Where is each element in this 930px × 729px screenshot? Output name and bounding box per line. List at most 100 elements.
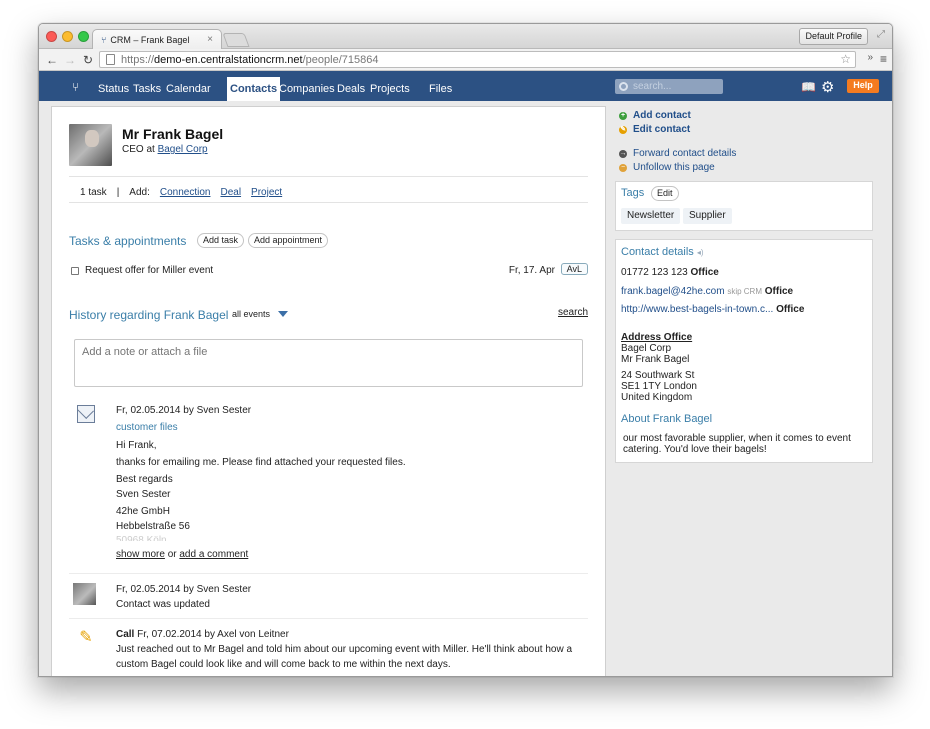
contact-details-title: Contact details ◂) xyxy=(621,246,704,258)
history-filter-dropdown[interactable]: all events xyxy=(232,309,289,319)
website-line: http://www.best-bagels-in-town.c... Offi… xyxy=(621,304,804,315)
search-icon xyxy=(619,82,628,91)
profile-button[interactable]: Default Profile xyxy=(799,28,868,45)
contact-main-panel: Mr Frank Bagel CEO at Bagel Corp 1 task … xyxy=(51,106,606,676)
caret-down-icon xyxy=(278,311,289,317)
attachment-link[interactable]: customer files xyxy=(116,420,588,435)
nav-status[interactable]: Status xyxy=(98,83,129,95)
website-link[interactable]: http://www.best-bagels-in-town.c... xyxy=(621,304,773,315)
tab-close-icon[interactable]: × xyxy=(207,34,213,45)
app-navigation: ⑂ Status Tasks Calendar Contacts Compani… xyxy=(39,71,892,101)
add-connection-link[interactable]: Connection xyxy=(160,187,211,198)
phone-line: 01772 123 123 Office xyxy=(621,267,719,278)
crm-logo-icon[interactable]: ⑂ xyxy=(72,80,79,94)
divider xyxy=(69,176,588,177)
browser-toolbar: ← → ↻ https://demo-en.centralstationcrm.… xyxy=(39,49,892,71)
tag-supplier[interactable]: Supplier xyxy=(683,208,732,224)
divider xyxy=(69,573,588,574)
tags-title: Tags xyxy=(621,187,645,199)
new-tab-button[interactable] xyxy=(222,33,250,47)
task-date: Fr, 17. Apr xyxy=(508,265,555,276)
reload-icon[interactable]: ↻ xyxy=(79,53,97,67)
phone-type: Office xyxy=(690,267,719,278)
help-button[interactable]: Help xyxy=(847,79,879,93)
minimize-window-button[interactable] xyxy=(62,31,73,42)
zoom-window-button[interactable] xyxy=(78,31,89,42)
email-line: 50968 Köln xyxy=(116,535,167,541)
page-content: Mr Frank Bagel CEO at Bagel Corp 1 task … xyxy=(39,101,892,676)
or-text: or xyxy=(167,549,177,560)
company-link[interactable]: Bagel Corp xyxy=(158,144,208,155)
app-search-input[interactable]: search... xyxy=(615,79,723,94)
assignee-badge[interactable]: AvL xyxy=(560,263,588,275)
pencil-icon: ✎ xyxy=(79,629,93,646)
history-event-call: ✎ Call Fr, 07.02.2014 by Axel von Leitne… xyxy=(69,627,588,672)
nav-projects[interactable]: Projects xyxy=(370,83,410,95)
tab-title: CRM – Frank Bagel xyxy=(110,34,190,45)
email-line: Sven Sester xyxy=(116,489,171,500)
skip-crm-link[interactable]: skip CRM xyxy=(727,287,762,296)
role-prefix: CEO at xyxy=(122,144,155,155)
forward-icon[interactable]: → xyxy=(61,53,79,67)
pencil-icon: ✎ xyxy=(619,125,627,134)
url-scheme: https:// xyxy=(121,53,155,66)
nav-calendar[interactable]: Calendar xyxy=(166,83,211,95)
forward-arrow-icon: → xyxy=(619,149,627,158)
task-checkbox[interactable] xyxy=(71,266,79,275)
speaker-icon[interactable]: ◂) xyxy=(697,248,704,257)
bookmark-star-icon[interactable]: ☆ xyxy=(840,52,851,66)
unfollow-action[interactable]: − Unfollow this page xyxy=(619,162,715,173)
event-body: Fr, 02.05.2014 by Sven Sester Contact wa… xyxy=(116,582,588,612)
nav-files[interactable]: Files xyxy=(429,83,452,95)
edit-contact-action[interactable]: ✎ Edit contact xyxy=(619,124,690,135)
task-count[interactable]: 1 task xyxy=(80,187,107,198)
filter-label: all events xyxy=(232,309,271,319)
add-contact-action[interactable]: + Add contact xyxy=(619,110,691,121)
book-icon[interactable]: 📖 xyxy=(801,80,816,94)
nav-companies[interactable]: Companies xyxy=(279,83,335,95)
tags-box: Tags Edit Newsletter Supplier xyxy=(615,181,873,231)
phone-number[interactable]: 01772 123 123 xyxy=(621,267,688,278)
address-line: United Kingdom xyxy=(621,392,693,403)
browser-tab[interactable]: ⑂ CRM – Frank Bagel × xyxy=(92,29,222,49)
address-bar[interactable]: https://demo-en.centralstationcrm.net/pe… xyxy=(99,51,856,68)
about-text: our most favorable supplier, when it com… xyxy=(623,433,851,455)
contact-details-box: Contact details ◂) 01772 123 123 Office … xyxy=(615,239,873,463)
event-header: Fr, 02.05.2014 by Sven Sester xyxy=(116,405,252,416)
email-line: Hebbelstraße 56 xyxy=(116,521,190,532)
back-icon[interactable]: ← xyxy=(43,53,61,67)
add-deal-link[interactable]: Deal xyxy=(220,187,241,198)
nav-contacts[interactable]: Contacts xyxy=(227,77,281,101)
add-project-link[interactable]: Project xyxy=(251,187,282,198)
forward-details-action[interactable]: → Forward contact details xyxy=(619,148,736,159)
nav-deals[interactable]: Deals xyxy=(337,83,365,95)
history-search-link[interactable]: search xyxy=(558,307,588,318)
nav-tasks[interactable]: Tasks xyxy=(133,83,161,95)
task-item: Request offer for Miller event Fr, 17. A… xyxy=(71,263,588,276)
edit-tags-button[interactable]: Edit xyxy=(651,186,679,201)
email-link[interactable]: frank.bagel@42he.com xyxy=(621,286,725,297)
close-window-button[interactable] xyxy=(46,31,57,42)
gear-icon[interactable]: ⚙ xyxy=(821,78,834,96)
tag-newsletter[interactable]: Newsletter xyxy=(621,208,681,224)
extensions-overflow-button[interactable]: » xyxy=(867,52,873,63)
window-controls xyxy=(46,31,89,42)
fullscreen-icon[interactable]: ⤢ xyxy=(877,29,885,40)
search-placeholder: search... xyxy=(633,81,672,92)
user-avatar xyxy=(73,583,96,605)
event-header: Fr, 07.02.2014 by Axel von Leitner xyxy=(137,629,289,640)
add-comment-link[interactable]: add a comment xyxy=(179,549,248,560)
add-task-button[interactable]: Add task xyxy=(197,233,245,248)
note-input[interactable] xyxy=(74,339,583,387)
task-label[interactable]: Request offer for Miller event xyxy=(85,265,213,276)
address-line: Bagel Corp xyxy=(621,343,672,354)
email-line: frank.bagel@42he.com skip CRM Office xyxy=(621,286,793,297)
email-line: Hi Frank, xyxy=(116,440,157,451)
about-line: catering. You'd love their bagels! xyxy=(623,444,767,455)
show-more-link[interactable]: show more xyxy=(116,549,165,560)
add-contact-label: Add contact xyxy=(633,110,691,121)
add-label: Add: xyxy=(129,187,150,198)
browser-menu-icon[interactable]: ≡ xyxy=(880,52,887,66)
separator: | xyxy=(116,187,120,198)
add-appointment-button[interactable]: Add appointment xyxy=(248,233,329,248)
